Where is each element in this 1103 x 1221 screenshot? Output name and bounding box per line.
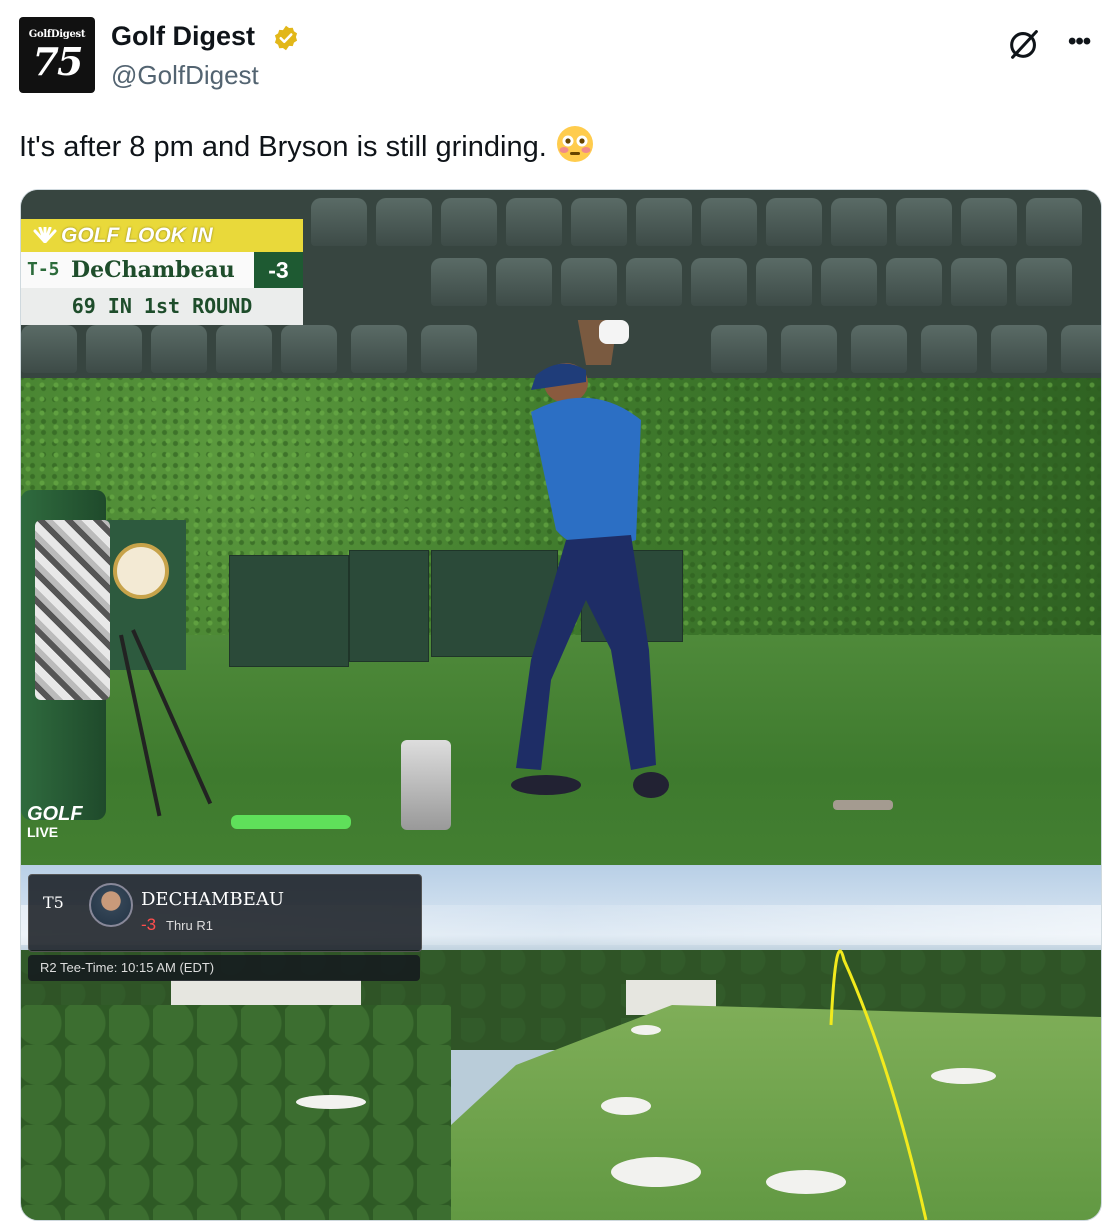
game-position: T5 bbox=[43, 893, 64, 912]
scorebug-score: -3 bbox=[254, 252, 303, 288]
broadcast-video-frame[interactable]: GOLF LOOK IN T-5 DeChambeau -3 69 IN 1st… bbox=[21, 190, 1101, 865]
account-handle[interactable]: @GolfDigest bbox=[111, 59, 259, 91]
clock-icon bbox=[113, 543, 169, 599]
verified-badge-icon[interactable] bbox=[272, 24, 300, 52]
display-name[interactable]: Golf Digest bbox=[111, 19, 255, 53]
network-sub: LIVE bbox=[27, 824, 59, 840]
tweet-body: It's after 8 pm and Bryson is still grin… bbox=[19, 131, 547, 163]
broadcast-scorebug: GOLF LOOK IN T-5 DeChambeau -3 69 IN 1st… bbox=[21, 219, 303, 325]
scorebug-round-info: 69 IN 1st ROUND bbox=[21, 288, 303, 325]
green-bin bbox=[229, 555, 349, 667]
tweet-text: It's after 8 pm and Bryson is still grin… bbox=[19, 124, 595, 167]
player-avatar bbox=[89, 883, 133, 927]
peacock-logo-icon bbox=[33, 227, 57, 243]
tweet-media[interactable]: GOLF LOOK IN T-5 DeChambeau -3 69 IN 1st… bbox=[20, 189, 1102, 1221]
game-shot-tracker-frame[interactable]: T5 DECHAMBEAU -3 Thru R1 R2 Tee-Time: 10… bbox=[21, 865, 1101, 1220]
account-avatar[interactable]: GolfDigest 75 bbox=[19, 17, 95, 93]
scorebug-banner: GOLF LOOK IN bbox=[21, 219, 303, 252]
avatar-number: 75 bbox=[32, 39, 84, 84]
game-player-panel: T5 DECHAMBEAU -3 Thru R1 bbox=[28, 874, 422, 952]
scorebug-player-name: DeChambeau bbox=[71, 257, 235, 283]
game-thru: Thru R1 bbox=[166, 918, 213, 933]
network-name: GOLF bbox=[27, 803, 83, 825]
grok-icon[interactable] bbox=[1005, 24, 1043, 64]
launch-monitor bbox=[401, 740, 451, 830]
game-player-name: DECHAMBEAU bbox=[141, 889, 285, 910]
alignment-stick bbox=[833, 800, 893, 810]
scorebug-position: T-5 bbox=[27, 259, 60, 280]
green-bin bbox=[349, 550, 429, 662]
towel bbox=[35, 520, 110, 700]
more-options-icon[interactable]: ••• bbox=[1068, 24, 1100, 60]
golfer-figure bbox=[511, 320, 669, 798]
hitting-mat bbox=[231, 815, 351, 829]
flushed-face-emoji-icon bbox=[556, 126, 593, 162]
game-score: -3 bbox=[141, 915, 157, 934]
tee-time-label: R2 Tee-Time: 10:15 AM (EDT) bbox=[28, 955, 420, 981]
golf-live-logo: GOLF LIVE bbox=[27, 804, 83, 840]
scorebug-banner-text: GOLF LOOK IN bbox=[61, 224, 213, 247]
